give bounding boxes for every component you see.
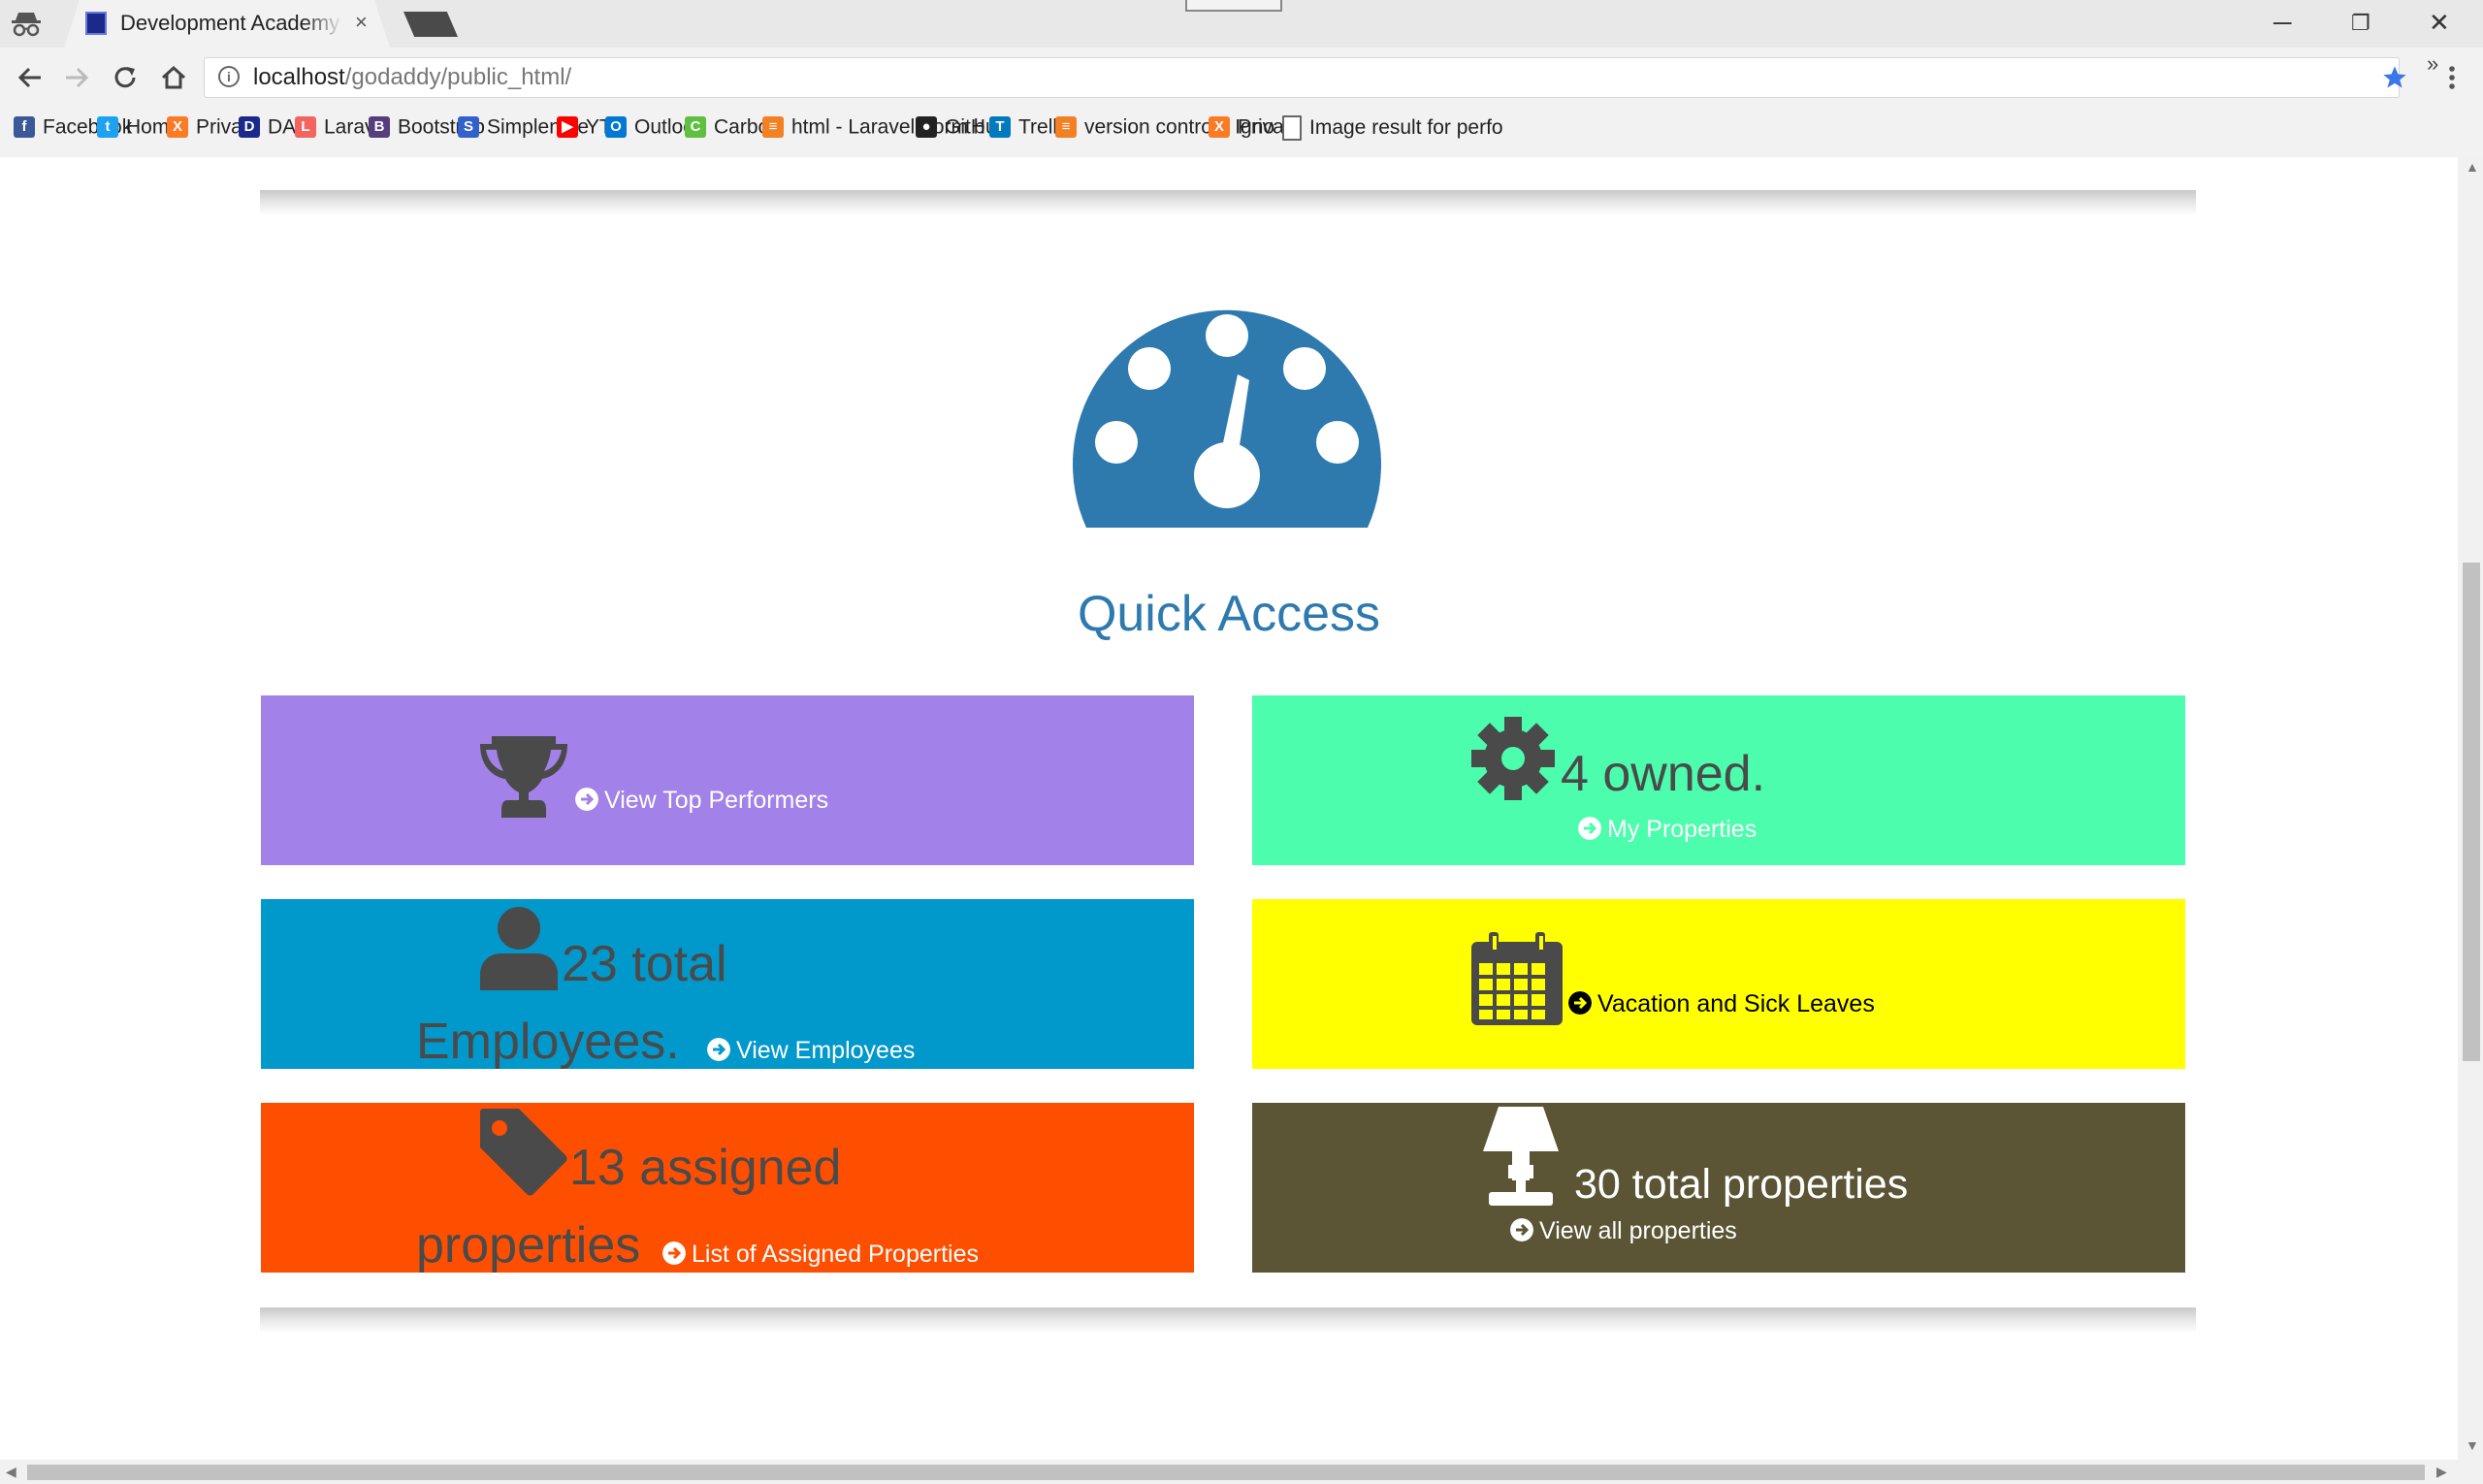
address-bar[interactable]: i localhost/godaddy/public_html/	[204, 57, 2406, 98]
trophy-icon	[480, 736, 567, 818]
outlook-icon: O	[605, 116, 627, 139]
github-icon: ●	[916, 116, 937, 139]
reload-icon[interactable]	[111, 63, 140, 92]
forward-arrow-icon[interactable]	[62, 63, 91, 92]
new-tab-button[interactable]	[403, 12, 458, 37]
site-info-icon[interactable]: i	[218, 66, 240, 87]
dashboard-gauge-icon	[1073, 309, 1381, 528]
arrow-circle-right-icon	[1568, 991, 1592, 1015]
divider-top	[260, 190, 2196, 215]
tag-icon	[480, 1109, 567, 1196]
carbon-icon: C	[685, 116, 706, 139]
scroll-down-icon[interactable]: ▼	[2466, 1437, 2479, 1453]
url-host: localhost	[253, 64, 345, 90]
restore-button[interactable]: ❐	[2351, 11, 2370, 36]
browser-menu-icon[interactable]	[2442, 63, 2462, 92]
page-icon	[1282, 115, 1302, 141]
total-properties-count: 30 total properties	[1574, 1161, 1909, 1208]
twitter-icon: t	[97, 116, 118, 139]
assigned-properties-card: 13 assigned properties List of Assigned …	[261, 1103, 1194, 1274]
vacation-sick-leaves-link[interactable]: Vacation and Sick Leaves	[1568, 990, 1875, 1018]
employees-count-line2: Employees.	[416, 1014, 680, 1070]
employees-card: 23 total Employees. View Employees	[261, 899, 1194, 1070]
xampp-icon: X	[1209, 116, 1230, 139]
vacation-sick-leaves-label: Vacation and Sick Leaves	[1597, 990, 1875, 1017]
window-drag-handle[interactable]	[1185, 0, 1282, 12]
employees-count-line1: 23 total	[562, 936, 727, 992]
view-employees-link[interactable]: View Employees	[707, 1037, 915, 1065]
user-icon	[480, 907, 558, 990]
youtube-icon: ▶	[557, 116, 578, 139]
list-assigned-properties-label: List of Assigned Properties	[692, 1241, 979, 1268]
horizontal-scrollbar[interactable]: ◀ ▶	[0, 1460, 2483, 1484]
simplenote-icon: S	[458, 116, 479, 139]
bookmark-yt[interactable]: ▶ YT	[557, 115, 612, 145]
bootstrap-icon: B	[369, 116, 390, 139]
divider-bottom	[260, 1307, 2196, 1333]
stackoverflow-icon: ≡	[1055, 116, 1077, 139]
facebook-icon: f	[14, 116, 35, 139]
bookmarks-bar: f Facebook t Home X Privato D DAP L Laravel B Boots…	[14, 112, 2438, 146]
url-path: /godaddy/public_html/	[344, 64, 572, 90]
view-top-performers-label: View Top Performers	[604, 787, 829, 814]
incognito-icon	[12, 13, 41, 37]
view-all-properties-label: View all properties	[1539, 1217, 1737, 1244]
browser-titlebar: Development Academy o × ─ ❐ ✕	[0, 0, 2483, 48]
bookmark-label: Image result for perfo	[1309, 116, 1503, 139]
xampp-icon: X	[167, 116, 188, 139]
dap-icon: D	[239, 116, 260, 139]
calendar-icon	[1471, 932, 1563, 1025]
tab-development-academy[interactable]: Development Academy o ×	[64, 0, 390, 48]
vertical-scroll-thumb[interactable]	[2463, 563, 2480, 1061]
properties-owned-card: 4 owned. My Properties	[1252, 695, 2185, 865]
view-employees-label: View Employees	[736, 1037, 916, 1064]
leaves-card: Vacation and Sick Leaves	[1252, 899, 2185, 1069]
browser-toolbar: i localhost/godaddy/public_html/ f Facebo…	[0, 48, 2483, 157]
page-content: Quick Access View Top Performers 4 owned…	[0, 157, 2458, 1460]
bookmark-image-result-for-perfo[interactable]: Image result for perfo	[1282, 115, 1503, 145]
lamp-icon	[1483, 1107, 1559, 1206]
arrow-circle-right-icon	[662, 1242, 686, 1265]
top-performers-card: View Top Performers	[261, 695, 1194, 865]
scroll-up-icon[interactable]: ▲	[2466, 159, 2479, 175]
list-assigned-properties-link[interactable]: List of Assigned Properties	[662, 1241, 979, 1269]
back-arrow-icon[interactable]	[16, 63, 45, 92]
properties-owned-count: 4 owned.	[1561, 746, 1766, 802]
assigned-count-line2: properties	[416, 1217, 641, 1274]
arrow-circle-right-icon	[575, 788, 598, 811]
stackoverflow-icon: ≡	[762, 116, 784, 139]
close-window-button[interactable]: ✕	[2429, 8, 2450, 38]
horizontal-scroll-thumb[interactable]	[27, 1465, 2425, 1480]
dap-favicon-icon	[85, 12, 107, 35]
tab-close-icon[interactable]: ×	[355, 10, 368, 35]
minimize-button[interactable]: ─	[2273, 8, 2291, 38]
laravel-icon: L	[295, 116, 316, 139]
home-icon[interactable]	[159, 63, 188, 92]
assigned-count-line1: 13 assigned	[569, 1140, 842, 1196]
gear-icon	[1471, 717, 1555, 800]
trello-icon: T	[989, 116, 1011, 139]
arrow-circle-right-icon	[1510, 1218, 1533, 1242]
all-properties-card: 30 total properties View all properties	[1252, 1103, 2185, 1273]
tab-title: Development Academy o	[120, 11, 343, 35]
scroll-right-icon[interactable]: ▶	[2436, 1464, 2447, 1480]
bookmark-star-icon[interactable]	[2381, 64, 2408, 91]
page-title: Quick Access	[1077, 586, 1381, 642]
my-properties-label: My Properties	[1607, 816, 1757, 843]
scroll-left-icon[interactable]: ◀	[6, 1464, 16, 1480]
bookmarks-overflow-button[interactable]: »	[2427, 51, 2438, 77]
my-properties-link[interactable]: My Properties	[1578, 816, 1757, 844]
view-top-performers-link[interactable]: View Top Performers	[575, 787, 828, 815]
vertical-scrollbar[interactable]: ▲ ▼	[2458, 157, 2483, 1460]
view-all-properties-link[interactable]: View all properties	[1510, 1217, 1737, 1245]
arrow-circle-right-icon	[1578, 817, 1601, 840]
arrow-circle-right-icon	[707, 1038, 730, 1061]
